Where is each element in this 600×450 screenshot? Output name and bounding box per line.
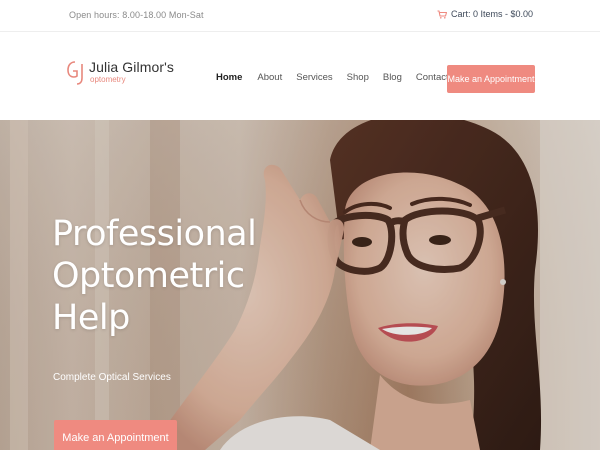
open-hours: Open hours: 8.00-18.00 Mon-Sat bbox=[69, 10, 204, 20]
logo-subtitle: optometry bbox=[90, 75, 126, 84]
hero-title: Professional Optometric Help bbox=[52, 213, 257, 339]
hero-title-line: Help bbox=[52, 298, 130, 338]
hero-section: Professional Optometric Help Complete Op… bbox=[0, 120, 600, 450]
cart-link[interactable]: Cart: 0 Items - $0.00 bbox=[437, 9, 533, 19]
site-header: Julia Gilmor's optometry Home About Serv… bbox=[0, 32, 600, 120]
hero-subtitle: Complete Optical Services bbox=[53, 372, 171, 383]
logo-name: Julia Gilmor's bbox=[89, 59, 174, 75]
main-nav: Home About Services Shop Blog Contacts bbox=[216, 72, 453, 83]
cart-summary[interactable]: Cart: 0 Items - $0.00 bbox=[451, 9, 533, 19]
hero-appointment-button[interactable]: Make an Appointment bbox=[54, 420, 177, 450]
hero-title-line: Professional bbox=[52, 214, 257, 254]
header-appointment-button[interactable]: Make an Appointment bbox=[447, 65, 535, 93]
logo[interactable]: Julia Gilmor's optometry bbox=[66, 59, 174, 89]
nav-shop[interactable]: Shop bbox=[347, 72, 369, 83]
top-bar: Open hours: 8.00-18.00 Mon-Sat Cart: 0 I… bbox=[0, 0, 600, 32]
hero-title-line: Optometric bbox=[52, 256, 245, 296]
logo-mark-icon bbox=[66, 59, 86, 89]
nav-blog[interactable]: Blog bbox=[383, 72, 402, 83]
nav-services[interactable]: Services bbox=[296, 72, 332, 83]
nav-home[interactable]: Home bbox=[216, 72, 242, 83]
nav-about[interactable]: About bbox=[257, 72, 282, 83]
cart-icon bbox=[437, 9, 447, 19]
